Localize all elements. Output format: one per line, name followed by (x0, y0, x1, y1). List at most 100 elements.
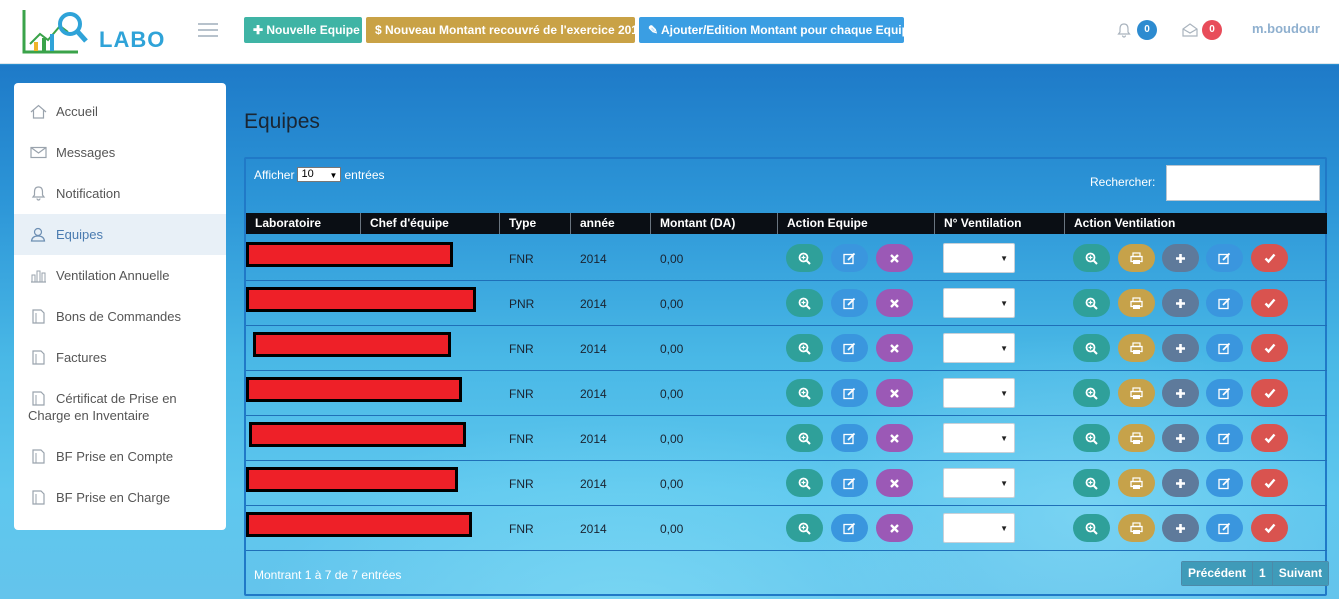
add-ventilation-button[interactable] (1162, 379, 1199, 407)
new-team-button[interactable]: ✚ Nouvelle Equipe (244, 17, 362, 43)
print-ventilation-button[interactable] (1118, 334, 1155, 362)
delete-team-button[interactable] (876, 379, 913, 407)
sidebar-item-bons-de-commandes[interactable]: Bons de Commandes (14, 296, 226, 337)
delete-team-button[interactable] (876, 424, 913, 452)
view-ventilation-button[interactable] (1073, 424, 1110, 452)
delete-team-button[interactable] (876, 289, 913, 317)
cell-type: FNR (509, 252, 534, 266)
ventilation-number-select[interactable] (943, 378, 1015, 408)
edit-ventilation-button[interactable] (1206, 289, 1243, 317)
notification-count-badge[interactable]: 0 (1137, 20, 1157, 40)
pagination-next[interactable]: Suivant (1272, 562, 1329, 585)
col-type[interactable]: Type (509, 216, 536, 230)
edit-ventilation-button[interactable] (1206, 469, 1243, 497)
edit-team-button[interactable] (831, 424, 868, 452)
cell-montant: 0,00 (660, 252, 684, 266)
ventilation-number-select[interactable] (943, 423, 1015, 453)
delete-team-button[interactable] (876, 514, 913, 542)
add-ventilation-button[interactable] (1162, 514, 1199, 542)
validate-ventilation-button[interactable] (1251, 334, 1288, 362)
add-ventilation-button[interactable] (1162, 424, 1199, 452)
edit-ventilation-button[interactable] (1206, 244, 1243, 272)
add-ventilation-button[interactable] (1162, 244, 1199, 272)
edit-ventilation-button[interactable] (1206, 514, 1243, 542)
view-ventilation-button[interactable] (1073, 469, 1110, 497)
delete-team-button[interactable] (876, 469, 913, 497)
sidebar-item-messages[interactable]: Messages (14, 132, 226, 173)
redacted-name (249, 422, 466, 447)
validate-ventilation-button[interactable] (1251, 424, 1288, 452)
print-ventilation-button[interactable] (1118, 424, 1155, 452)
view-team-button[interactable] (786, 334, 823, 362)
col-chef-equipe[interactable]: Chef d'équipe (370, 216, 449, 230)
view-team-button[interactable] (786, 379, 823, 407)
bell-icon[interactable] (1116, 22, 1132, 38)
col-numero-ventilation[interactable]: N° Ventilation (944, 216, 1021, 230)
edit-ventilation-button[interactable] (1206, 334, 1243, 362)
view-ventilation-button[interactable] (1073, 289, 1110, 317)
new-amount-button[interactable]: $ Nouveau Montant recouvré de l'exercice… (366, 17, 645, 43)
col-annee[interactable]: année (580, 216, 615, 230)
validate-ventilation-button[interactable] (1251, 469, 1288, 497)
inbox-icon[interactable] (1181, 22, 1199, 38)
add-ventilation-button[interactable] (1162, 469, 1199, 497)
edit-team-button[interactable] (831, 289, 868, 317)
edit-team-button[interactable] (831, 244, 868, 272)
ventilation-number-select[interactable] (943, 513, 1015, 543)
edit-ventilation-button[interactable] (1206, 424, 1243, 452)
logo[interactable]: LABO (20, 8, 164, 58)
pagination-previous[interactable]: Précédent (1182, 562, 1254, 585)
view-ventilation-button[interactable] (1073, 334, 1110, 362)
edit-team-button[interactable] (831, 514, 868, 542)
print-ventilation-button[interactable] (1118, 289, 1155, 317)
view-ventilation-button[interactable] (1073, 244, 1110, 272)
cell-type: FNR (509, 477, 534, 491)
edit-team-button[interactable] (831, 379, 868, 407)
col-laboratoire[interactable]: Laboratoire (255, 216, 321, 230)
sidebar-item-factures[interactable]: Factures (14, 337, 226, 378)
sidebar-item-certificat[interactable]: Cértificat de Prise en Charge en Inventa… (14, 378, 226, 436)
edit-ventilation-button[interactable] (1206, 379, 1243, 407)
view-ventilation-button[interactable] (1073, 514, 1110, 542)
view-team-button[interactable] (786, 424, 823, 452)
table-row: FNR 2014 0,00 (246, 371, 1327, 416)
delete-team-button[interactable] (876, 334, 913, 362)
col-montant[interactable]: Montant (DA) (660, 216, 735, 230)
add-ventilation-button[interactable] (1162, 334, 1199, 362)
ventilation-number-select[interactable] (943, 288, 1015, 318)
sidebar-item-bf-prise-en-compte[interactable]: BF Prise en Compte (14, 436, 226, 477)
view-team-button[interactable] (786, 469, 823, 497)
delete-team-button[interactable] (876, 244, 913, 272)
print-ventilation-button[interactable] (1118, 244, 1155, 272)
view-team-button[interactable] (786, 244, 823, 272)
validate-ventilation-button[interactable] (1251, 289, 1288, 317)
print-ventilation-button[interactable] (1118, 514, 1155, 542)
view-team-button[interactable] (786, 289, 823, 317)
ventilation-number-select[interactable] (943, 333, 1015, 363)
edit-team-button[interactable] (831, 469, 868, 497)
ventilation-number-select[interactable] (943, 468, 1015, 498)
print-ventilation-button[interactable] (1118, 469, 1155, 497)
search-input[interactable] (1166, 165, 1320, 201)
sidebar-item-accueil[interactable]: Accueil (14, 91, 226, 132)
validate-ventilation-button[interactable] (1251, 244, 1288, 272)
validate-ventilation-button[interactable] (1251, 514, 1288, 542)
edit-amount-button[interactable]: ✎ Ajouter/Edition Montant pour chaque Eq… (639, 17, 916, 43)
view-ventilation-button[interactable] (1073, 379, 1110, 407)
edit-icon (1218, 297, 1231, 310)
pagination-page[interactable]: 1 (1253, 562, 1273, 585)
edit-team-button[interactable] (831, 334, 868, 362)
message-count-badge[interactable]: 0 (1202, 20, 1222, 40)
sidebar-item-ventilation-annuelle[interactable]: Ventilation Annuelle (14, 255, 226, 296)
page-size-select[interactable]: 10 (297, 167, 342, 182)
sidebar-item-bf-prise-en-charge[interactable]: BF Prise en Charge (14, 477, 226, 518)
ventilation-number-select[interactable] (943, 243, 1015, 273)
sidebar-item-notification[interactable]: Notification (14, 173, 226, 214)
validate-ventilation-button[interactable] (1251, 379, 1288, 407)
add-ventilation-button[interactable] (1162, 289, 1199, 317)
menu-toggle-icon[interactable] (198, 23, 218, 39)
user-menu[interactable]: m.boudour (1252, 21, 1320, 36)
print-ventilation-button[interactable] (1118, 379, 1155, 407)
sidebar-item-equipes[interactable]: Equipes (14, 214, 226, 255)
view-team-button[interactable] (786, 514, 823, 542)
